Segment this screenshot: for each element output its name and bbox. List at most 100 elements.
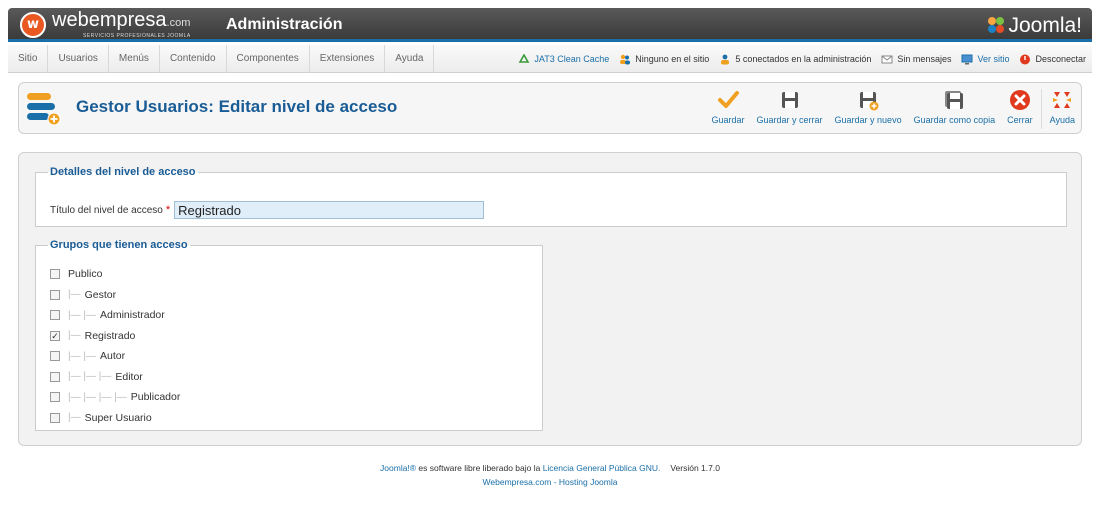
menu-item-sitio[interactable]: Sitio: [8, 45, 49, 73]
tree-indent: |—: [68, 289, 81, 301]
group-label: Autor: [99, 350, 126, 363]
title-label: Título del nivel de acceso: [50, 204, 163, 216]
save-button[interactable]: Guardar: [705, 87, 750, 131]
tree-indent: |—: [68, 412, 81, 424]
save-copy-button[interactable]: Guardar como copia: [908, 87, 1002, 131]
close-icon: [1009, 90, 1030, 110]
joomla-logo-icon: [988, 17, 1005, 33]
view-site-link[interactable]: Ver sitio: [961, 54, 1009, 65]
group-row: |— Gestor: [50, 285, 180, 306]
help-label: Ayuda: [1049, 115, 1075, 125]
top-header: w webempresa.com SERVICIOS PROFESIONALES…: [8, 8, 1092, 42]
license-link[interactable]: Licencia General Pública GNU.: [543, 463, 661, 473]
close-button[interactable]: Cerrar: [1001, 87, 1039, 131]
menu-item-usuarios[interactable]: Usuarios: [48, 45, 109, 73]
tree-indent: |—: [68, 330, 81, 342]
hosting-link[interactable]: Webempresa.com - Hosting Joomla: [483, 477, 618, 487]
joomla-brand: Joomla!: [986, 12, 1082, 38]
joomla-label: Joomla!: [1008, 14, 1082, 37]
group-row: |— |— |— |— Publicador: [50, 387, 180, 408]
admin-users-status: 5 conectados en la administración: [719, 54, 871, 65]
menu-item-contenido[interactable]: Contenido: [160, 45, 227, 73]
group-row: |— |— Autor: [50, 346, 180, 367]
group-label: Editor: [115, 370, 143, 383]
group-row: |— |— Administrador: [50, 305, 180, 326]
save-new-label: Guardar y nuevo: [834, 115, 902, 125]
group-checkbox[interactable]: [50, 289, 60, 300]
brand-tagline: SERVICIOS PROFESIONALES JOOMLA: [83, 33, 191, 39]
floppy-disk-icon: [781, 92, 798, 108]
menu-item-menus[interactable]: Menús: [109, 45, 160, 73]
access-level-title-input[interactable]: [174, 201, 485, 219]
save-new-button[interactable]: Guardar y nuevo: [829, 87, 908, 131]
help-lifebuoy-icon: [1053, 92, 1072, 108]
group-label: Administrador: [99, 309, 165, 322]
group-checkbox[interactable]: [50, 269, 60, 280]
checkmark-icon: [717, 91, 739, 108]
main-menu-bar: Sitio Usuarios Menús Contenido Component…: [8, 45, 1092, 73]
footer-hosting: Webempresa.com - Hosting Joomla: [0, 477, 1100, 487]
save-close-button[interactable]: Guardar y cerrar: [751, 87, 829, 131]
power-icon: [1020, 54, 1031, 64]
save-copy-label: Guardar como copia: [913, 115, 996, 125]
status-bar: JAT3 Clean Cache Ninguno en el sitio 5 c…: [508, 45, 1086, 73]
tree-indent: |— |— |— |—: [68, 391, 127, 403]
groups-legend: Grupos que tienen acceso: [50, 239, 188, 251]
messages-status[interactable]: Sin mensajes: [881, 54, 951, 65]
group-row: |— |— |— Editor: [50, 367, 180, 388]
toolbar-divider: [1040, 89, 1042, 129]
group-checkbox-list: Publico |— Gestor |— |— Administrador ✓ |— Regi…: [50, 264, 180, 428]
help-button[interactable]: Ayuda: [1044, 87, 1081, 131]
menu-item-componentes[interactable]: Componentes: [227, 45, 310, 73]
clean-cache-link[interactable]: JAT3 Clean Cache: [518, 53, 610, 65]
toolbar-buttons: Guardar Guardar y cerrar Guardar y nuevo…: [705, 87, 1081, 131]
menu-item-extensiones[interactable]: Extensiones: [310, 45, 386, 73]
joomla-link[interactable]: Joomla!®: [380, 463, 416, 473]
access-level-details: Detalles del nivel de acceso Título del …: [35, 166, 1067, 227]
tree-indent: |— |— |—: [68, 371, 112, 383]
main-panel: Detalles del nivel de acceso Título del …: [18, 152, 1082, 446]
group-label: Gestor: [84, 288, 117, 301]
group-checkbox[interactable]: [50, 371, 60, 382]
group-checkbox[interactable]: [50, 351, 60, 362]
group-checkbox[interactable]: [50, 310, 60, 321]
webempresa-logo-icon: w: [20, 12, 46, 38]
admin-users-label: 5 conectados en la administración: [735, 54, 872, 64]
version-text: Versión 1.7.0: [670, 463, 720, 473]
groups-with-access: Grupos que tienen acceso Publico |— Gestor…: [35, 239, 543, 431]
toolbar: Gestor Usuarios: Editar nivel de acceso …: [18, 82, 1082, 134]
group-row: |— Super Usuario: [50, 408, 180, 429]
brand-suffix: .com: [166, 17, 191, 29]
logout-link[interactable]: Desconectar: [1019, 54, 1086, 65]
group-label: Registrado: [84, 329, 136, 342]
users-icon: [620, 54, 631, 64]
brand-name: webempresa: [52, 9, 167, 31]
page-title: Gestor Usuarios: Editar nivel de acceso: [76, 97, 398, 116]
floppy-disk-copy-icon: [945, 91, 964, 109]
main-menu: Sitio Usuarios Menús Contenido Component…: [8, 45, 435, 73]
recycle-icon: [519, 53, 530, 63]
close-label: Cerrar: [1007, 115, 1033, 125]
group-checkbox[interactable]: [50, 392, 60, 403]
footer-license: Joomla!® es software libre liberado bajo…: [0, 463, 1100, 473]
group-checkbox[interactable]: ✓: [50, 330, 60, 341]
group-label: Super Usuario: [84, 411, 152, 424]
clean-cache-label: JAT3 Clean Cache: [534, 54, 610, 64]
admin-users-icon: [721, 54, 730, 64]
monitor-icon: [961, 54, 973, 64]
details-legend: Detalles del nivel de acceso: [50, 166, 196, 178]
menu-item-ayuda[interactable]: Ayuda: [385, 45, 435, 73]
group-label: Publico: [68, 268, 103, 281]
group-row: Publico: [50, 264, 180, 285]
brand-logo[interactable]: webempresa.com: [52, 9, 190, 32]
site-users-label: Ninguno en el sitio: [635, 54, 710, 64]
group-checkbox[interactable]: [50, 412, 60, 423]
access-levels-icon: [27, 93, 61, 126]
group-row: ✓ |— Registrado: [50, 326, 180, 347]
mail-icon: [881, 55, 893, 63]
title-field-row: Título del nivel de acceso *: [50, 201, 485, 219]
group-label: Publicador: [130, 391, 181, 404]
required-asterisk: *: [165, 204, 171, 216]
logout-label: Desconectar: [1035, 54, 1086, 64]
save-close-label: Guardar y cerrar: [756, 115, 823, 125]
